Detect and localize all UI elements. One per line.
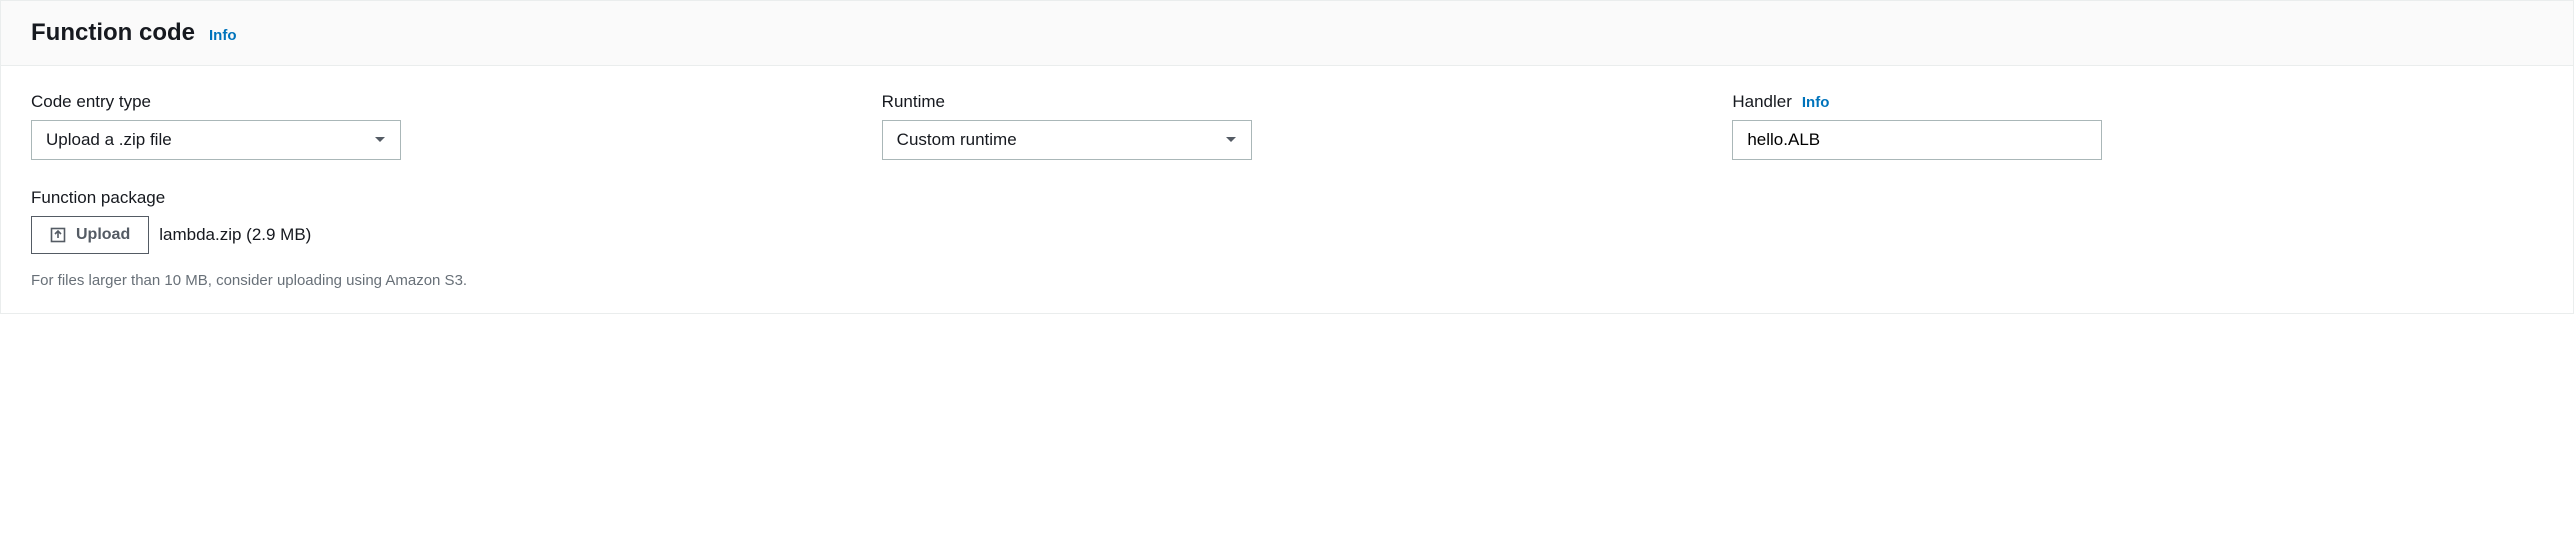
function-package-section: Function package Upload lambda.zip (2.9 … <box>31 188 2543 289</box>
field-row: Code entry type Upload a .zip file Runti… <box>31 92 2543 160</box>
handler-label-row: Handler Info <box>1732 92 2543 112</box>
function-code-panel: Function code Info Code entry type Uploa… <box>0 0 2574 314</box>
function-package-label: Function package <box>31 188 2543 208</box>
runtime-select[interactable]: Custom runtime <box>882 120 1252 160</box>
info-link[interactable]: Info <box>209 27 237 44</box>
code-entry-type-select[interactable]: Upload a .zip file <box>31 120 401 160</box>
caret-down-icon <box>1225 136 1237 144</box>
upload-button-label: Upload <box>76 226 130 244</box>
code-entry-type-value: Upload a .zip file <box>46 130 172 150</box>
panel-header: Function code Info <box>1 1 2573 66</box>
upload-row: Upload lambda.zip (2.9 MB) <box>31 216 2543 254</box>
code-entry-type-field: Code entry type Upload a .zip file <box>31 92 842 160</box>
upload-hint: For files larger than 10 MB, consider up… <box>31 272 2543 289</box>
handler-field: Handler Info <box>1732 92 2543 160</box>
file-info: lambda.zip (2.9 MB) <box>159 225 311 245</box>
runtime-label: Runtime <box>882 92 1693 112</box>
runtime-field: Runtime Custom runtime <box>882 92 1693 160</box>
code-entry-type-label: Code entry type <box>31 92 842 112</box>
handler-info-link[interactable]: Info <box>1802 94 1830 111</box>
handler-input[interactable] <box>1732 120 2102 160</box>
handler-label: Handler <box>1732 92 1792 112</box>
upload-button[interactable]: Upload <box>31 216 149 254</box>
panel-title: Function code <box>31 19 195 47</box>
panel-body: Code entry type Upload a .zip file Runti… <box>1 66 2573 313</box>
runtime-value: Custom runtime <box>897 130 1017 150</box>
upload-icon <box>50 227 66 243</box>
caret-down-icon <box>374 136 386 144</box>
